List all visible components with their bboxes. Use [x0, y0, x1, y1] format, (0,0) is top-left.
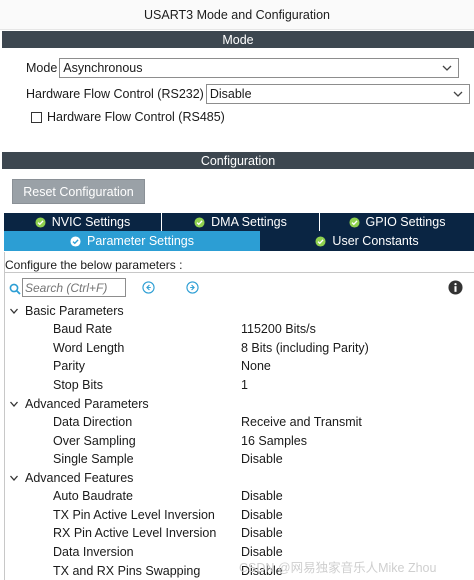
param-tx-pin-inversion-name: TX Pin Active Level Inversion [53, 508, 215, 522]
param-rx-pin-inversion-value[interactable]: Disable [241, 526, 283, 540]
mode-label: Mode [26, 61, 58, 75]
group-basic-parameters-label: Basic Parameters [25, 304, 124, 318]
window-title-bar: USART3 Mode and Configuration [0, 0, 474, 30]
window-title: USART3 Mode and Configuration [144, 7, 330, 22]
param-parity-name: Parity [53, 359, 85, 373]
chevron-down-icon [10, 308, 18, 314]
param-word-length-value[interactable]: 8 Bits (including Parity) [241, 341, 369, 355]
reset-configuration-button[interactable]: Reset Configuration [12, 179, 145, 204]
group-advanced-parameters[interactable]: Advanced Parameters [9, 397, 149, 411]
info-icon[interactable] [448, 280, 463, 295]
param-auto-baudrate-value[interactable]: Disable [241, 489, 283, 503]
chevron-down-icon [453, 91, 463, 97]
tab-dma-settings-label: DMA Settings [211, 215, 287, 229]
chevron-down-icon [10, 475, 18, 481]
tab-parameter-settings-label: Parameter Settings [87, 234, 194, 248]
flow-control-rs485-checkbox[interactable] [31, 111, 42, 123]
param-single-sample-value[interactable]: Disable [241, 452, 283, 466]
param-pins-swapping-name: TX and RX Pins Swapping [53, 564, 201, 578]
arrow-right-circle-icon[interactable] [186, 281, 199, 294]
param-data-direction-value[interactable]: Receive and Transmit [241, 415, 362, 429]
param-stop-bits-value[interactable]: 1 [241, 378, 248, 392]
arrow-left-circle-icon[interactable] [142, 281, 155, 294]
check-circle-icon [70, 235, 81, 247]
search-icon [9, 283, 21, 295]
check-circle-icon [194, 216, 205, 228]
flow-control-rs232-row: Hardware Flow Control (RS232) Disable [26, 84, 470, 104]
configuration-section-title: Configuration [200, 153, 276, 168]
mode-section-title: Mode [222, 32, 254, 47]
search-input[interactable] [22, 278, 126, 297]
group-advanced-parameters-label: Advanced Parameters [25, 397, 149, 411]
group-advanced-features-label: Advanced Features [25, 471, 134, 485]
flow-control-rs232-value: Disable [209, 87, 252, 101]
tab-gpio-settings[interactable]: GPIO Settings [320, 213, 474, 231]
check-circle-icon [35, 216, 46, 228]
param-data-direction-name: Data Direction [53, 415, 133, 429]
mode-section-header: Mode [2, 31, 474, 48]
param-over-sampling-name: Over Sampling [53, 434, 136, 448]
param-word-length-name: Word Length [53, 341, 125, 355]
divider [4, 272, 474, 273]
param-tx-pin-inversion-value[interactable]: Disable [241, 508, 283, 522]
flow-control-rs232-label: Hardware Flow Control (RS232) [26, 87, 204, 101]
reset-configuration-label: Reset Configuration [23, 184, 134, 199]
mode-row: Mode Asynchronous [26, 58, 460, 78]
tab-parameter-settings[interactable]: Parameter Settings [4, 231, 260, 251]
param-data-inversion-name: Data Inversion [53, 545, 134, 559]
flow-control-rs485-label: Hardware Flow Control (RS485) [47, 110, 225, 124]
check-circle-icon [315, 235, 326, 247]
param-over-sampling-value[interactable]: 16 Samples [241, 434, 307, 448]
mode-select-value: Asynchronous [63, 61, 143, 75]
check-circle-icon [349, 216, 360, 228]
param-parity-value[interactable]: None [241, 359, 271, 373]
mode-select[interactable]: Asynchronous [59, 58, 460, 78]
group-basic-parameters[interactable]: Basic Parameters [9, 304, 124, 318]
param-baud-rate-name: Baud Rate [53, 322, 113, 336]
tab-user-constants[interactable]: User Constants [260, 231, 474, 251]
param-rx-pin-inversion-name: RX Pin Active Level Inversion [53, 526, 217, 540]
param-stop-bits-name: Stop Bits [53, 378, 104, 392]
chevron-down-icon [442, 65, 452, 71]
chevron-down-icon [10, 401, 18, 407]
watermark: CSDN @网易独家音乐人Mike Zhou [239, 561, 437, 575]
param-single-sample-name: Single Sample [53, 452, 134, 466]
param-baud-rate-value[interactable]: 115200 Bits/s [241, 322, 316, 336]
configure-parameters-label: Configure the below parameters : [5, 258, 183, 272]
tab-nvic-settings-label: NVIC Settings [51, 215, 131, 229]
param-auto-baudrate-name: Auto Baudrate [53, 489, 133, 503]
tab-gpio-settings-label: GPIO Settings [365, 215, 446, 229]
tab-user-constants-label: User Constants [332, 234, 419, 248]
flow-control-rs485-row: Hardware Flow Control (RS485) [31, 110, 225, 124]
flow-control-rs232-select[interactable]: Disable [205, 84, 470, 104]
configuration-section-header: Configuration [2, 152, 474, 169]
tab-dma-settings[interactable]: DMA Settings [162, 213, 320, 231]
tab-nvic-settings[interactable]: NVIC Settings [4, 213, 162, 231]
group-advanced-features[interactable]: Advanced Features [9, 471, 133, 485]
